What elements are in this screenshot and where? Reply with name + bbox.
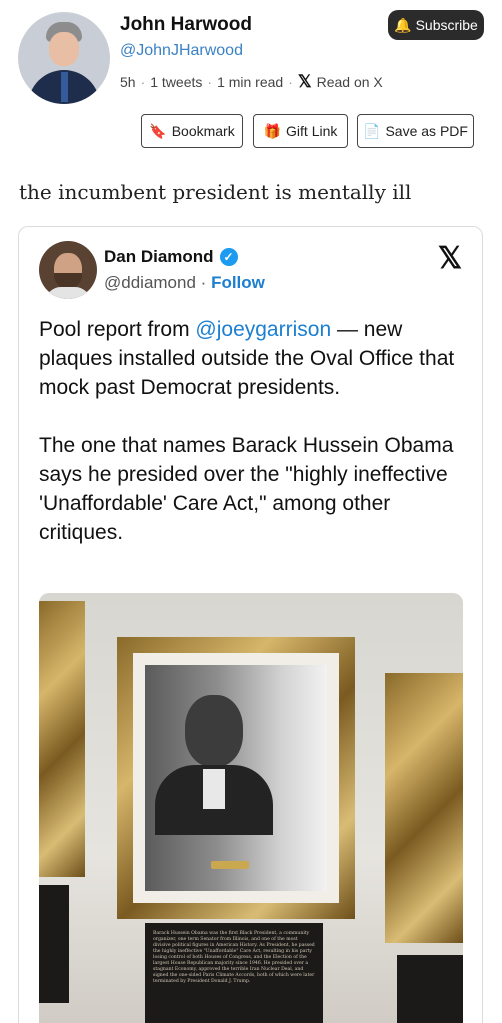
- verified-badge-icon: ✓: [219, 248, 238, 266]
- bell-icon: 🔔: [394, 16, 412, 33]
- tweet-count: 1 tweets: [150, 74, 203, 90]
- mention-link[interactable]: @joeygarrison: [195, 318, 331, 341]
- tweet-photo[interactable]: Barack Hussein Obama was the first Black…: [39, 593, 463, 1023]
- gift-link-button[interactable]: 🎁 Gift Link: [253, 114, 348, 148]
- embedded-tweet[interactable]: Dan Diamond ✓ @ddiamond · Follow 𝕏 Pool …: [18, 226, 483, 1023]
- tweet-author-name-text: Dan Diamond: [104, 247, 214, 266]
- plaque: [39, 885, 69, 1003]
- pdf-icon: 📄: [363, 122, 381, 139]
- tweet-author-handle: @ddiamond · Follow: [104, 273, 265, 292]
- save-pdf-button[interactable]: 📄 Save as PDF: [357, 114, 474, 148]
- name-plate: [211, 861, 249, 869]
- read-on-x-link[interactable]: Read on X: [317, 74, 383, 90]
- tweet-author-name[interactable]: Dan Diamond ✓: [104, 247, 238, 267]
- tweet-body: Pool report from @joeygarrison — new pla…: [39, 315, 469, 576]
- tweet-text: Pool report from: [39, 318, 196, 341]
- tweet-author-avatar[interactable]: [39, 241, 97, 299]
- gold-frame: [39, 601, 85, 877]
- article-header: John Harwood @JohnJHarwood 5h · 1 tweets…: [0, 0, 502, 110]
- portrait-image: [145, 665, 327, 891]
- tweet-handle[interactable]: @ddiamond: [104, 273, 196, 292]
- gift-link-label: Gift Link: [286, 123, 338, 139]
- follow-link[interactable]: Follow: [211, 273, 265, 292]
- x-logo-icon[interactable]: 𝕏: [298, 72, 312, 92]
- author-avatar[interactable]: [18, 12, 110, 104]
- plaque: [397, 955, 463, 1023]
- post-time: 5h: [120, 74, 136, 90]
- article-meta: 5h · 1 tweets · 1 min read · 𝕏 Read on X: [120, 72, 383, 92]
- subscribe-label: Subscribe: [415, 17, 478, 33]
- gold-frame: [385, 673, 463, 943]
- action-bar: 🔖 Bookmark 🎁 Gift Link 📄 Save as PDF: [0, 114, 502, 150]
- author-name[interactable]: John Harwood: [120, 14, 252, 36]
- bookmark-icon: 🔖: [149, 122, 167, 139]
- tweet-paragraph-1: Pool report from @joeygarrison — new pla…: [39, 315, 469, 402]
- bookmark-button[interactable]: 🔖 Bookmark: [141, 114, 243, 148]
- plaque-text: Barack Hussein Obama was the first Black…: [145, 923, 323, 1023]
- subscribe-button[interactable]: 🔔 Subscribe: [388, 10, 484, 40]
- tweet-paragraph-2: The one that names Barack Hussein Obama …: [39, 434, 454, 544]
- x-logo-icon[interactable]: 𝕏: [438, 241, 462, 276]
- author-handle[interactable]: @JohnJHarwood: [120, 42, 243, 60]
- post-text: the incumbent president is mentally ill: [19, 180, 412, 204]
- gift-icon: 🎁: [263, 122, 282, 139]
- read-time: 1 min read: [217, 74, 284, 90]
- gold-frame: [117, 637, 355, 919]
- save-pdf-label: Save as PDF: [385, 123, 468, 139]
- bookmark-label: Bookmark: [171, 123, 235, 139]
